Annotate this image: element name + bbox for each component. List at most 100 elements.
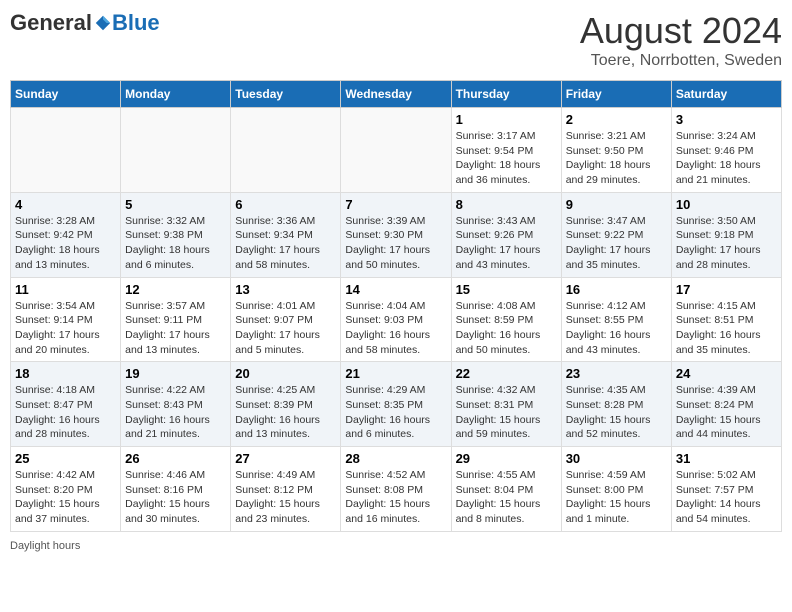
calendar-cell: 22 Sunrise: 4:32 AMSunset: 8:31 PMDayligh…	[451, 362, 561, 447]
calendar-cell: 25 Sunrise: 4:42 AMSunset: 8:20 PMDayligh…	[11, 447, 121, 532]
calendar-cell: 16Sunrise: 4:12 AMSunset: 8:55 PMDayligh…	[561, 277, 671, 362]
header: General Blue August 2024 Toere, Norrbott…	[10, 10, 782, 70]
calendar-cell: 26Sunrise: 4:46 AMSunset: 8:16 PMDayligh…	[121, 447, 231, 532]
day-info: Sunrise: 3:24 AMSunset: 9:46 PMDaylight:…	[676, 129, 777, 188]
day-info: Sunrise: 3:54 AMSunset: 9:14 PMDaylight:…	[15, 299, 116, 358]
calendar-cell	[11, 108, 121, 193]
day-info: Sunrise: 3:43 AMSunset: 9:26 PMDaylight:…	[456, 214, 557, 273]
day-number: 7	[345, 197, 446, 212]
footer: Daylight hours	[10, 540, 782, 552]
day-number: 31	[676, 451, 777, 466]
day-number: 25	[15, 451, 116, 466]
logo-general-text: General	[10, 10, 92, 36]
day-info: Sunrise: 4:22 AMSunset: 8:43 PMDaylight:…	[125, 383, 226, 442]
calendar-cell: 13 Sunrise: 4:01 AMSunset: 9:07 PMDayligh…	[231, 277, 341, 362]
day-info: Sunrise: 3:28 AMSunset: 9:42 PMDaylight:…	[15, 214, 116, 273]
day-info: Sunrise: 4:59 AMSunset: 8:00 PMDaylight:…	[566, 468, 667, 527]
day-info: Sunrise: 4:15 AMSunset: 8:51 PMDaylight:…	[676, 299, 777, 358]
day-number: 14	[345, 282, 446, 297]
day-info: Sunrise: 3:50 AMSunset: 9:18 PMDaylight:…	[676, 214, 777, 273]
calendar-cell: 5Sunrise: 3:32 AMSunset: 9:38 PMDaylight…	[121, 192, 231, 277]
logo-area: General Blue	[10, 10, 160, 36]
calendar-cell: 1Sunrise: 3:17 AMSunset: 9:54 PMDaylight…	[451, 108, 561, 193]
day-info: Sunrise: 3:21 AMSunset: 9:50 PMDaylight:…	[566, 129, 667, 188]
day-info: Sunrise: 4:29 AMSunset: 8:35 PMDaylight:…	[345, 383, 446, 442]
calendar-day-header: Thursday	[451, 81, 561, 108]
day-number: 15	[456, 282, 557, 297]
day-number: 22	[456, 366, 557, 381]
logo-icon	[94, 14, 112, 32]
month-title: August 2024	[580, 10, 782, 52]
calendar-cell: 21 Sunrise: 4:29 AMSunset: 8:35 PMDayligh…	[341, 362, 451, 447]
logo: General Blue	[10, 10, 160, 36]
day-info: Sunrise: 4:55 AMSunset: 8:04 PMDaylight:…	[456, 468, 557, 527]
day-number: 4	[15, 197, 116, 212]
calendar-cell: 29 Sunrise: 4:55 AMSunset: 8:04 PMDayligh…	[451, 447, 561, 532]
day-number: 6	[235, 197, 336, 212]
day-info: Sunrise: 4:46 AMSunset: 8:16 PMDaylight:…	[125, 468, 226, 527]
day-info: Sunrise: 3:39 AMSunset: 9:30 PMDaylight:…	[345, 214, 446, 273]
calendar-week-row: 11Sunrise: 3:54 AMSunset: 9:14 PMDayligh…	[11, 277, 782, 362]
day-number: 27	[235, 451, 336, 466]
calendar-cell: 11Sunrise: 3:54 AMSunset: 9:14 PMDayligh…	[11, 277, 121, 362]
day-number: 13	[235, 282, 336, 297]
calendar-cell: 23 Sunrise: 4:35 AMSunset: 8:28 PMDayligh…	[561, 362, 671, 447]
day-info: Sunrise: 4:39 AMSunset: 8:24 PMDaylight:…	[676, 383, 777, 442]
day-number: 21	[345, 366, 446, 381]
calendar-cell: 4 Sunrise: 3:28 AMSunset: 9:42 PMDaylight…	[11, 192, 121, 277]
calendar-day-header: Wednesday	[341, 81, 451, 108]
day-number: 8	[456, 197, 557, 212]
daylight-label: Daylight hours	[10, 540, 80, 552]
calendar-table: SundayMondayTuesdayWednesdayThursdayFrid…	[10, 80, 782, 532]
calendar-cell: 3 Sunrise: 3:24 AMSunset: 9:46 PMDaylight…	[671, 108, 781, 193]
day-number: 10	[676, 197, 777, 212]
day-number: 23	[566, 366, 667, 381]
calendar-day-header: Tuesday	[231, 81, 341, 108]
day-number: 28	[345, 451, 446, 466]
day-info: Sunrise: 3:57 AMSunset: 9:11 PMDaylight:…	[125, 299, 226, 358]
calendar-cell: 15Sunrise: 4:08 AMSunset: 8:59 PMDayligh…	[451, 277, 561, 362]
calendar-cell: 18 Sunrise: 4:18 AMSunset: 8:47 PMDayligh…	[11, 362, 121, 447]
calendar-cell	[341, 108, 451, 193]
calendar-cell: 19Sunrise: 4:22 AMSunset: 8:43 PMDayligh…	[121, 362, 231, 447]
calendar-day-header: Friday	[561, 81, 671, 108]
day-info: Sunrise: 4:42 AMSunset: 8:20 PMDaylight:…	[15, 468, 116, 527]
day-info: Sunrise: 4:35 AMSunset: 8:28 PMDaylight:…	[566, 383, 667, 442]
day-number: 12	[125, 282, 226, 297]
calendar-cell: 9 Sunrise: 3:47 AMSunset: 9:22 PMDaylight…	[561, 192, 671, 277]
day-number: 20	[235, 366, 336, 381]
day-info: Sunrise: 4:12 AMSunset: 8:55 PMDaylight:…	[566, 299, 667, 358]
day-number: 3	[676, 112, 777, 127]
day-number: 2	[566, 112, 667, 127]
calendar-header-row: SundayMondayTuesdayWednesdayThursdayFrid…	[11, 81, 782, 108]
day-number: 9	[566, 197, 667, 212]
logo-blue-text: Blue	[112, 10, 160, 36]
day-info: Sunrise: 4:25 AMSunset: 8:39 PMDaylight:…	[235, 383, 336, 442]
calendar-day-header: Sunday	[11, 81, 121, 108]
calendar-cell: 12 Sunrise: 3:57 AMSunset: 9:11 PMDayligh…	[121, 277, 231, 362]
calendar-week-row: 25 Sunrise: 4:42 AMSunset: 8:20 PMDayligh…	[11, 447, 782, 532]
calendar-cell: 31 Sunrise: 5:02 AMSunset: 7:57 PMDayligh…	[671, 447, 781, 532]
title-area: August 2024 Toere, Norrbotten, Sweden	[580, 10, 782, 70]
calendar-cell: 30 Sunrise: 4:59 AMSunset: 8:00 PMDayligh…	[561, 447, 671, 532]
day-info: Sunrise: 4:49 AMSunset: 8:12 PMDaylight:…	[235, 468, 336, 527]
day-info: Sunrise: 4:52 AMSunset: 8:08 PMDaylight:…	[345, 468, 446, 527]
calendar-week-row: 1Sunrise: 3:17 AMSunset: 9:54 PMDaylight…	[11, 108, 782, 193]
day-number: 17	[676, 282, 777, 297]
day-number: 30	[566, 451, 667, 466]
day-number: 29	[456, 451, 557, 466]
calendar-cell: 7 Sunrise: 3:39 AMSunset: 9:30 PMDaylight…	[341, 192, 451, 277]
day-info: Sunrise: 4:18 AMSunset: 8:47 PMDaylight:…	[15, 383, 116, 442]
calendar-week-row: 18 Sunrise: 4:18 AMSunset: 8:47 PMDayligh…	[11, 362, 782, 447]
day-number: 18	[15, 366, 116, 381]
calendar-cell: 24Sunrise: 4:39 AMSunset: 8:24 PMDayligh…	[671, 362, 781, 447]
day-info: Sunrise: 4:32 AMSunset: 8:31 PMDaylight:…	[456, 383, 557, 442]
day-info: Sunrise: 3:47 AMSunset: 9:22 PMDaylight:…	[566, 214, 667, 273]
calendar-cell: 8 Sunrise: 3:43 AMSunset: 9:26 PMDaylight…	[451, 192, 561, 277]
day-info: Sunrise: 3:17 AMSunset: 9:54 PMDaylight:…	[456, 129, 557, 188]
calendar-cell: 10 Sunrise: 3:50 AMSunset: 9:18 PMDayligh…	[671, 192, 781, 277]
day-info: Sunrise: 4:04 AMSunset: 9:03 PMDaylight:…	[345, 299, 446, 358]
calendar-cell: 17 Sunrise: 4:15 AMSunset: 8:51 PMDayligh…	[671, 277, 781, 362]
day-info: Sunrise: 5:02 AMSunset: 7:57 PMDaylight:…	[676, 468, 777, 527]
day-info: Sunrise: 4:01 AMSunset: 9:07 PMDaylight:…	[235, 299, 336, 358]
